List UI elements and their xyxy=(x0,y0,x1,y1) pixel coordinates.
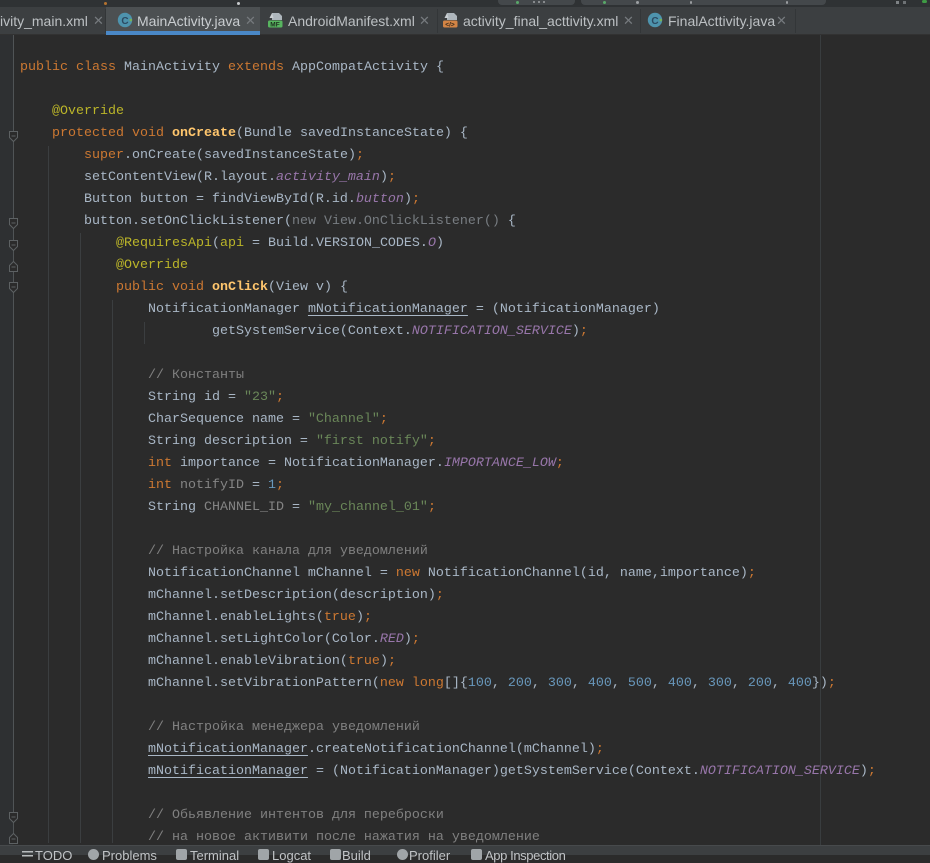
svg-text:C: C xyxy=(651,16,658,27)
svg-text:MF: MF xyxy=(270,22,279,29)
svg-text:C: C xyxy=(121,16,128,27)
svg-text:</>: </> xyxy=(445,22,455,29)
